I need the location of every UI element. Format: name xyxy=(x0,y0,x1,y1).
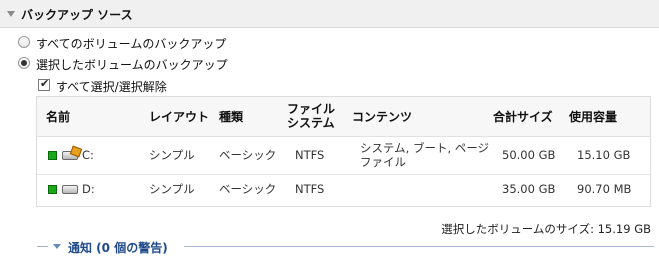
select-all-checkbox[interactable]: ✔ xyxy=(38,77,50,91)
cell-name: C: xyxy=(82,148,94,162)
divider xyxy=(184,246,654,247)
cell-name: D: xyxy=(82,182,95,196)
selected-indicator-icon xyxy=(48,185,57,194)
cell-contents: システム, ブート, ページ ファイル xyxy=(360,141,489,169)
column-header-used[interactable]: 使用容量 xyxy=(569,110,617,124)
column-header-contents[interactable]: コンテンツ xyxy=(352,110,412,124)
table-row[interactable]: D: シンプル ベーシック NTFS 35.00 GB 90.70 MB xyxy=(37,175,650,206)
radio-selected-volumes[interactable] xyxy=(18,57,30,69)
cell-layout: シンプル xyxy=(149,148,195,162)
cell-type: ベーシック xyxy=(219,148,277,162)
disk-icon xyxy=(62,185,78,194)
column-header-filesystem[interactable]: ファイル システム xyxy=(287,102,335,130)
column-header-name[interactable]: 名前 xyxy=(46,110,70,124)
cell-used: 15.10 GB xyxy=(577,148,631,162)
radio-selected-volumes-label[interactable]: 選択したボリュームのバックアップ xyxy=(36,56,228,73)
column-header-layout[interactable]: レイアウト xyxy=(149,110,209,124)
column-header-total-size[interactable]: 合計サイズ xyxy=(493,110,553,124)
radio-all-volumes[interactable] xyxy=(18,36,30,48)
radio-all-volumes-label[interactable]: すべてのボリュームのバックアップ xyxy=(36,35,226,52)
cell-total-size: 35.00 GB xyxy=(502,182,556,196)
column-header-filesystem-line1: ファイル xyxy=(287,102,336,116)
collapse-triangle-icon[interactable] xyxy=(7,11,15,17)
cell-type: ベーシック xyxy=(219,182,277,196)
cell-contents-line1: システム, ブート, ページ xyxy=(360,141,490,155)
selected-indicator-icon xyxy=(48,151,57,160)
section-title: バックアップ ソース xyxy=(21,8,133,22)
cell-total-size: 50.00 GB xyxy=(502,148,556,162)
column-header-type[interactable]: 種類 xyxy=(219,110,243,124)
table-header: 名前 レイアウト 種類 ファイル システム コンテンツ 合計サイズ 使用容量 xyxy=(37,97,650,137)
volume-table: 名前 レイアウト 種類 ファイル システム コンテンツ 合計サイズ 使用容量 C… xyxy=(36,96,651,207)
cell-layout: シンプル xyxy=(149,182,195,196)
table-row[interactable]: C: シンプル ベーシック NTFS システム, ブート, ページ ファイル 5… xyxy=(37,137,650,175)
notification-label[interactable]: 通知 (0 個の警告) xyxy=(68,239,168,256)
selected-volumes-size: 選択したボリュームのサイズ: 15.19 GB xyxy=(441,222,651,236)
checkmark-icon: ✔ xyxy=(40,77,50,90)
expand-triangle-icon[interactable] xyxy=(53,244,61,249)
select-all-label[interactable]: すべて選択/選択解除 xyxy=(56,78,167,95)
cell-used: 90.70 MB xyxy=(577,182,632,196)
section-header[interactable]: バックアップ ソース xyxy=(0,0,659,28)
cell-filesystem: NTFS xyxy=(295,148,325,162)
cell-filesystem: NTFS xyxy=(295,182,325,196)
cell-contents-line2: ファイル xyxy=(360,155,406,169)
divider xyxy=(37,246,48,247)
system-disk-icon xyxy=(62,151,78,160)
column-header-filesystem-line2: システム xyxy=(287,116,335,130)
